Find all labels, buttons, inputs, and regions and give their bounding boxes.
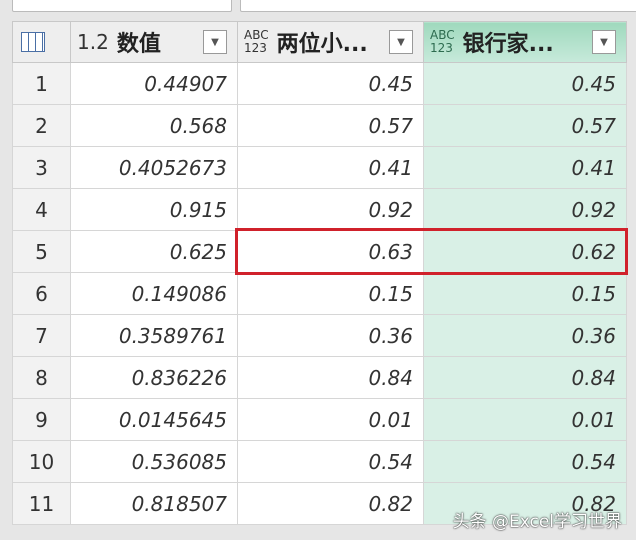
row-number[interactable]: 2	[12, 104, 71, 147]
cell-round[interactable]: 0.63	[237, 230, 424, 273]
table-row: 1 0.44907 0.45 0.45	[12, 62, 627, 105]
cell-round[interactable]: 0.82	[237, 482, 424, 525]
row-number[interactable]: 11	[12, 482, 71, 525]
cell-bankers[interactable]: 0.54	[423, 440, 627, 483]
table-row: 6 0.149086 0.15 0.15	[12, 272, 627, 315]
decimal-type-icon[interactable]: 1.2	[77, 30, 109, 54]
cell-bankers[interactable]: 0.62	[423, 230, 627, 273]
table-icon[interactable]	[21, 32, 45, 52]
cell-value[interactable]: 0.536085	[70, 440, 238, 483]
cell-bankers[interactable]: 0.01	[423, 398, 627, 441]
cell-value[interactable]: 0.568	[70, 104, 238, 147]
cell-value[interactable]: 0.4052673	[70, 146, 238, 189]
formula-box-right[interactable]	[240, 0, 636, 12]
row-number[interactable]: 8	[12, 356, 71, 399]
cell-bankers[interactable]: 0.45	[423, 62, 627, 105]
table-row: 5 0.625 0.63 0.62	[12, 230, 627, 273]
cell-round[interactable]: 0.01	[237, 398, 424, 441]
row-number[interactable]: 6	[12, 272, 71, 315]
cell-value[interactable]: 0.915	[70, 188, 238, 231]
cell-value[interactable]: 0.3589761	[70, 314, 238, 357]
cell-bankers[interactable]: 0.57	[423, 104, 627, 147]
row-number[interactable]: 9	[12, 398, 71, 441]
table-row: 2 0.568 0.57 0.57	[12, 104, 627, 147]
cell-value[interactable]: 0.836226	[70, 356, 238, 399]
table-row: 9 0.0145645 0.01 0.01	[12, 398, 627, 441]
any-type-icon[interactable]: ABC 123	[430, 29, 455, 55]
table-row: 4 0.915 0.92 0.92	[12, 188, 627, 231]
column-header-bankers[interactable]: ABC 123 银行家... ▼	[423, 21, 627, 63]
column-header-round[interactable]: ABC 123 两位小... ▼	[237, 21, 424, 63]
filter-dropdown-icon[interactable]: ▼	[592, 30, 616, 54]
cell-value[interactable]: 0.818507	[70, 482, 238, 525]
row-number[interactable]: 4	[12, 188, 71, 231]
table-menu-header[interactable]	[12, 21, 71, 63]
cell-bankers[interactable]: 0.92	[423, 188, 627, 231]
cell-round[interactable]: 0.54	[237, 440, 424, 483]
row-number[interactable]: 10	[12, 440, 71, 483]
cell-bankers[interactable]: 0.41	[423, 146, 627, 189]
cell-round[interactable]: 0.84	[237, 356, 424, 399]
watermark: 头条 @Excel学习世界	[452, 512, 622, 532]
cell-bankers[interactable]: 0.15	[423, 272, 627, 315]
row-number[interactable]: 5	[12, 230, 71, 273]
cell-round[interactable]: 0.92	[237, 188, 424, 231]
row-number[interactable]: 3	[12, 146, 71, 189]
filter-dropdown-icon[interactable]: ▼	[389, 30, 413, 54]
table-row: 8 0.836226 0.84 0.84	[12, 356, 627, 399]
cell-bankers[interactable]: 0.36	[423, 314, 627, 357]
cell-value[interactable]: 0.149086	[70, 272, 238, 315]
cell-value[interactable]: 0.625	[70, 230, 238, 273]
cell-round[interactable]: 0.45	[237, 62, 424, 105]
cell-round[interactable]: 0.41	[237, 146, 424, 189]
cell-round[interactable]: 0.15	[237, 272, 424, 315]
row-number[interactable]: 7	[12, 314, 71, 357]
cell-value[interactable]: 0.44907	[70, 62, 238, 105]
table-row: 10 0.536085 0.54 0.54	[12, 440, 627, 483]
data-grid: 1.2 数值 ▼ ABC 123 两位小... ▼ ABC 123 银行家... ▼ 1 0.44…	[12, 21, 627, 525]
cell-round[interactable]: 0.57	[237, 104, 424, 147]
cell-round[interactable]: 0.36	[237, 314, 424, 357]
cell-bankers[interactable]: 0.84	[423, 356, 627, 399]
formula-box-left[interactable]	[12, 0, 232, 12]
column-header-value[interactable]: 1.2 数值 ▼	[70, 21, 238, 63]
filter-dropdown-icon[interactable]: ▼	[203, 30, 227, 54]
row-number[interactable]: 1	[12, 62, 71, 105]
table-row: 3 0.4052673 0.41 0.41	[12, 146, 627, 189]
any-type-icon[interactable]: ABC 123	[244, 29, 269, 55]
cell-value[interactable]: 0.0145645	[70, 398, 238, 441]
table-row: 7 0.3589761 0.36 0.36	[12, 314, 627, 357]
